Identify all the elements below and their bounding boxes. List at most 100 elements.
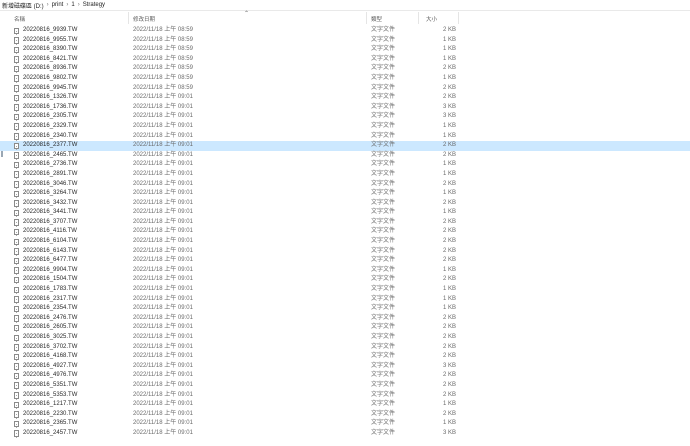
- file-row[interactable]: 20220816_1217.TW 2022/11/18 上午 09:01 文字文件 1…: [0, 400, 690, 410]
- file-row[interactable]: 20220816_5353.TW 2022/11/18 上午 09:01 文字文件 2…: [0, 391, 690, 401]
- sort-up-icon: ⌃: [244, 11, 250, 17]
- file-row[interactable]: 20220816_2476.TW 2022/11/18 上午 09:01 文字文件 2…: [0, 314, 690, 324]
- file-row[interactable]: 20220816_9945.TW 2022/11/18 上午 08:59 文字文件 2…: [0, 84, 690, 94]
- file-row[interactable]: 20220816_9955.TW 2022/11/18 上午 08:59 文字文件 1…: [0, 36, 690, 46]
- file-size: 1 KB: [442, 46, 456, 53]
- breadcrumb-print[interactable]: print: [50, 2, 66, 8]
- file-row[interactable]: 20220816_2457.TW 2022/11/18 上午 09:01 文字文件 3…: [0, 429, 690, 439]
- breadcrumb-drive[interactable]: 新增磁碟區 (D:): [0, 1, 46, 10]
- file-name: 20220816_2354.TW: [23, 305, 78, 312]
- file-name: 20220816_2457.TW: [23, 429, 78, 436]
- file-row[interactable]: 20220816_3702.TW 2022/11/18 上午 09:01 文字文件 2…: [0, 343, 690, 353]
- file-modified-date: 2022/11/18 上午 09:01: [133, 94, 193, 101]
- file-row[interactable]: 20220816_6477.TW 2022/11/18 上午 09:01 文字文件 2…: [0, 256, 690, 266]
- file-size: 1 KB: [442, 266, 456, 273]
- file-row[interactable]: 20220816_3432.TW 2022/11/18 上午 09:01 文字文件 2…: [0, 199, 690, 209]
- file-row[interactable]: 20220816_2305.TW 2022/11/18 上午 09:01 文字文件 3…: [0, 112, 690, 122]
- address-bar[interactable]: 新增磁碟區 (D:) › print › 1 › Strategy: [0, 0, 690, 11]
- file-modified-date: 2022/11/18 上午 09:01: [133, 209, 193, 216]
- file-row[interactable]: 20220816_9939.TW 2022/11/18 上午 08:59 文字文件 2…: [0, 26, 690, 36]
- file-modified-date: 2022/11/18 上午 09:01: [133, 142, 193, 149]
- file-row[interactable]: 20220816_6104.TW 2022/11/18 上午 09:01 文字文件 2…: [0, 237, 690, 247]
- file-type: 文字文件: [371, 353, 396, 360]
- file-size: 2 KB: [442, 180, 456, 187]
- column-header-type[interactable]: 類型: [371, 15, 382, 23]
- column-divider[interactable]: [458, 12, 459, 24]
- file-type: 文字文件: [371, 401, 396, 408]
- file-name: 20220816_1736.TW: [23, 103, 78, 110]
- file-row[interactable]: 20220816_4927.TW 2022/11/18 上午 09:01 文字文件 3…: [0, 362, 690, 372]
- file-size: 2 KB: [442, 372, 456, 379]
- file-row[interactable]: 20220816_9802.TW 2022/11/18 上午 08:59 文字文件 1…: [0, 74, 690, 84]
- file-modified-date: 2022/11/18 上午 09:01: [133, 362, 193, 369]
- column-header-date[interactable]: 修改日期: [133, 15, 155, 23]
- file-size: 1 KB: [442, 401, 456, 408]
- file-name: 20220816_2465.TW: [23, 151, 78, 158]
- file-modified-date: 2022/11/18 上午 09:01: [133, 103, 193, 110]
- file-row[interactable]: 20220816_2465.TW 2022/11/18 上午 09:01 文字文件 2…: [0, 151, 690, 161]
- text-file-icon: [14, 430, 19, 438]
- file-row[interactable]: 20220816_1736.TW 2022/11/18 上午 09:01 文字文件 3…: [0, 103, 690, 113]
- file-row[interactable]: 20220816_5351.TW 2022/11/18 上午 09:01 文字文件 2…: [0, 381, 690, 391]
- file-row[interactable]: 20220816_1326.TW 2022/11/18 上午 09:01 文字文件 2…: [0, 93, 690, 103]
- file-modified-date: 2022/11/18 上午 09:01: [133, 132, 193, 139]
- file-name: 20220816_6477.TW: [23, 257, 78, 264]
- file-row[interactable]: 20220816_1783.TW 2022/11/18 上午 09:01 文字文件 1…: [0, 285, 690, 295]
- file-modified-date: 2022/11/18 上午 09:01: [133, 247, 193, 254]
- file-row[interactable]: 20220816_2354.TW 2022/11/18 上午 09:01 文字文件 1…: [0, 304, 690, 314]
- file-row[interactable]: 20220816_2377.TW 2022/11/18 上午 09:01 文字文件 2…: [0, 141, 690, 151]
- file-type: 文字文件: [371, 314, 396, 321]
- file-row[interactable]: 20220816_3264.TW 2022/11/18 上午 09:01 文字文件 1…: [0, 189, 690, 199]
- file-name: 20220816_2476.TW: [23, 314, 78, 321]
- column-header-size[interactable]: 大小: [426, 15, 437, 23]
- file-type: 文字文件: [371, 257, 396, 264]
- column-header-name[interactable]: 名稱: [14, 15, 25, 23]
- file-name: 20220816_2340.TW: [23, 132, 78, 139]
- file-row[interactable]: 20220816_3441.TW 2022/11/18 上午 09:01 文字文件 1…: [0, 208, 690, 218]
- file-row[interactable]: 20220816_6143.TW 2022/11/18 上午 09:01 文字文件 2…: [0, 247, 690, 257]
- file-size: 2 KB: [442, 228, 456, 235]
- file-row[interactable]: 20220816_2736.TW 2022/11/18 上午 09:01 文字文件 1…: [0, 160, 690, 170]
- file-row[interactable]: 20220816_2230.TW 2022/11/18 上午 09:01 文字文件 2…: [0, 410, 690, 420]
- file-row[interactable]: 20220816_4116.TW 2022/11/18 上午 09:01 文字文件 2…: [0, 227, 690, 237]
- column-divider[interactable]: [128, 12, 129, 24]
- file-row[interactable]: 20220816_3046.TW 2022/11/18 上午 09:01 文字文件 2…: [0, 180, 690, 190]
- text-file-icon: [14, 296, 19, 304]
- file-row[interactable]: 20220816_2329.TW 2022/11/18 上午 09:01 文字文件 1…: [0, 122, 690, 132]
- file-row[interactable]: 20220816_2365.TW 2022/11/18 上午 09:01 文字文件 1…: [0, 419, 690, 429]
- text-file-icon: [14, 267, 19, 275]
- file-type: 文字文件: [371, 199, 396, 206]
- file-type: 文字文件: [371, 324, 396, 331]
- text-file-icon: [14, 392, 19, 400]
- file-size: 2 KB: [442, 324, 456, 331]
- file-row[interactable]: 20220816_4168.TW 2022/11/18 上午 09:01 文字文件 2…: [0, 352, 690, 362]
- file-row[interactable]: 20220816_9904.TW 2022/11/18 上午 09:01 文字文件 1…: [0, 266, 690, 276]
- file-modified-date: 2022/11/18 上午 09:01: [133, 410, 193, 417]
- file-row[interactable]: 20220816_2605.TW 2022/11/18 上午 09:01 文字文件 2…: [0, 323, 690, 333]
- file-row[interactable]: 20220816_8390.TW 2022/11/18 上午 08:59 文字文件 1…: [0, 45, 690, 55]
- column-divider[interactable]: [418, 12, 419, 24]
- file-name: 20220816_2329.TW: [23, 122, 78, 129]
- column-divider[interactable]: [366, 12, 367, 24]
- file-row[interactable]: 20220816_2317.TW 2022/11/18 上午 09:01 文字文件 1…: [0, 295, 690, 305]
- file-row[interactable]: 20220816_4976.TW 2022/11/18 上午 09:01 文字文件 2…: [0, 371, 690, 381]
- file-modified-date: 2022/11/18 上午 09:01: [133, 161, 193, 168]
- file-name: 20220816_2317.TW: [23, 295, 78, 302]
- file-name: 20220816_3264.TW: [23, 190, 78, 197]
- file-name: 20220816_6104.TW: [23, 238, 78, 245]
- file-row[interactable]: 20220816_1504.TW 2022/11/18 上午 09:01 文字文件 2…: [0, 275, 690, 285]
- file-name: 20220816_5351.TW: [23, 381, 78, 388]
- file-size: 1 KB: [442, 55, 456, 62]
- text-file-icon: [14, 200, 19, 208]
- breadcrumb-1[interactable]: 1: [69, 2, 76, 8]
- file-row[interactable]: 20220816_8421.TW 2022/11/18 上午 08:59 文字文件 1…: [0, 55, 690, 65]
- text-file-icon: [14, 286, 19, 294]
- file-row[interactable]: 20220816_3707.TW 2022/11/18 上午 09:01 文字文件 2…: [0, 218, 690, 228]
- breadcrumb-strategy[interactable]: Strategy: [81, 2, 107, 8]
- file-row[interactable]: 20220816_3025.TW 2022/11/18 上午 09:01 文字文件 2…: [0, 333, 690, 343]
- file-row[interactable]: 20220816_2340.TW 2022/11/18 上午 09:01 文字文件 1…: [0, 132, 690, 142]
- file-row[interactable]: 20220816_8936.TW 2022/11/18 上午 08:59 文字文件 2…: [0, 64, 690, 74]
- text-file-icon: [14, 152, 19, 160]
- file-name: 20220816_1326.TW: [23, 94, 78, 101]
- file-row[interactable]: 20220816_2891.TW 2022/11/18 上午 09:01 文字文件 1…: [0, 170, 690, 180]
